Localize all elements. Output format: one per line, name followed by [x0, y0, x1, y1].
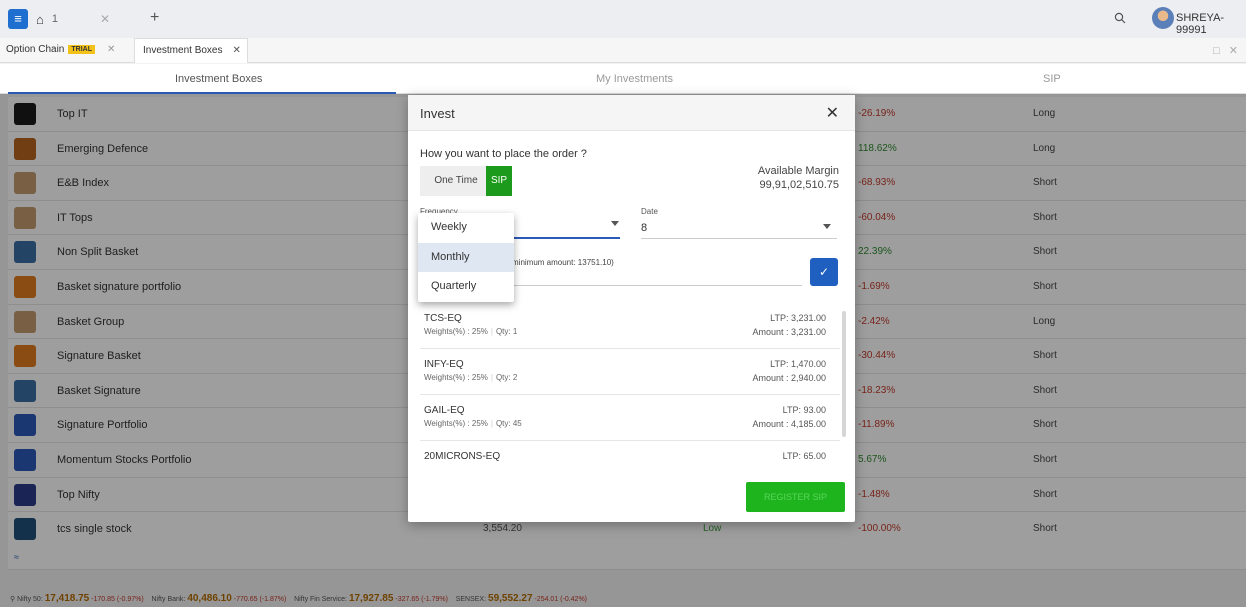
username[interactable]: SHREYA-99991 — [1176, 12, 1246, 36]
date-select[interactable]: 8 — [641, 222, 647, 234]
close-icon[interactable]: ✕ — [826, 103, 839, 123]
holding-ltp: LTP: 65.00 — [782, 451, 826, 461]
dropdown-option-weekly[interactable]: Weekly — [418, 213, 514, 243]
dialog-header: Invest ✕ — [408, 95, 855, 131]
holding-qty: Qty: 1 — [495, 327, 518, 336]
holding-ltp: LTP: 93.00 — [782, 405, 826, 415]
holding-row: GAIL-EQ Weights(%) : 25% | Qty: 45 LTP: 93.0… — [420, 395, 840, 441]
holding-meta: Weights(%) : 25% | Qty: 2 — [424, 373, 518, 382]
holding-amount: Amount : 4,185.00 — [752, 419, 826, 429]
dropdown-option-monthly[interactable]: Monthly — [418, 242, 514, 273]
trial-badge: TRIAL — [68, 45, 95, 54]
available-margin-label: Available Margin — [757, 165, 839, 177]
holding-meta: Weights(%) : 25% | Qty: 1 — [424, 327, 518, 336]
holding-row: 20MICRONS-EQ LTP: 65.00 — [420, 441, 840, 469]
search-icon[interactable] — [1114, 12, 1126, 24]
tab-investment-boxes-section[interactable]: Investment Boxes — [175, 73, 262, 85]
section-tabs: Investment Boxes My Investments SIP — [0, 64, 1246, 94]
tab-investment-boxes[interactable]: Investment Boxes ✕ — [134, 38, 248, 63]
holding-symbol: GAIL-EQ — [424, 405, 465, 416]
holding-symbol: TCS-EQ — [424, 313, 462, 324]
tab-sip[interactable]: SIP — [1043, 73, 1061, 85]
sip-button[interactable]: SIP — [486, 166, 512, 196]
close-icon[interactable]: ✕ — [107, 44, 115, 55]
dropdown-option-quarterly[interactable]: Quarterly — [418, 272, 514, 302]
tab-my-investments[interactable]: My Investments — [596, 73, 673, 85]
holding-qty: Qty: 45 — [495, 419, 522, 428]
workspace-tab-number: 1 — [51, 13, 58, 25]
top-bar: ≡ ⌂ 1 ✕ + SHREYA-99991 — [0, 0, 1246, 38]
tab-label: Investment Boxes — [143, 45, 223, 56]
holding-amount: Amount : 2,940.00 — [752, 373, 826, 383]
register-sip-button[interactable]: REGISTER SIP — [746, 482, 845, 512]
avatar[interactable] — [1152, 7, 1174, 29]
date-label: Date — [641, 207, 658, 216]
window-controls[interactable]: □ ✕ — [1213, 44, 1238, 57]
chevron-down-icon[interactable] — [823, 224, 831, 229]
holding-weight: Weights(%) : 25% — [424, 373, 488, 382]
date-select-underline — [641, 238, 837, 239]
amount-hint: minimum amount: 13751.10) — [512, 258, 614, 267]
holding-row: TCS-EQ Weights(%) : 25% | Qty: 1 LTP: 3,231.… — [420, 303, 840, 349]
order-question: How you want to place the order ? — [420, 148, 587, 160]
hamburger-menu-icon[interactable]: ≡ — [8, 9, 28, 29]
dialog-title: Invest — [420, 106, 455, 121]
frequency-dropdown: Weekly Monthly Quarterly — [418, 213, 514, 302]
holding-ltp: LTP: 3,231.00 — [770, 313, 826, 323]
invest-dialog: Invest ✕ How you want to place the order… — [408, 95, 855, 522]
holding-ltp: LTP: 1,470.00 — [770, 359, 826, 369]
holding-symbol: INFY-EQ — [424, 359, 464, 370]
holdings-list: TCS-EQ Weights(%) : 25% | Qty: 1 LTP: 3,231.… — [420, 303, 840, 469]
holdings-scrollbar[interactable] — [842, 311, 846, 437]
home-icon: ⌂ — [36, 11, 44, 27]
tab-option-chain[interactable]: Option Chain TRIAL ✕ — [6, 44, 115, 55]
available-margin-value: 99,91,02,510.75 — [759, 179, 839, 191]
close-icon[interactable]: ✕ — [100, 12, 110, 26]
holding-weight: Weights(%) : 25% — [424, 327, 488, 336]
close-icon[interactable]: ✕ — [232, 45, 240, 56]
tab-label: Option Chain — [6, 44, 65, 55]
holding-symbol: 20MICRONS-EQ — [424, 451, 501, 462]
confirm-amount-button[interactable]: ✓ — [810, 258, 838, 286]
holding-qty: Qty: 2 — [495, 373, 518, 382]
holding-amount: Amount : 3,231.00 — [752, 327, 826, 337]
workspace-tab[interactable]: ⌂ 1 ✕ — [36, 8, 110, 30]
holding-weight: Weights(%) : 25% — [424, 419, 488, 428]
holding-row: INFY-EQ Weights(%) : 25% | Qty: 2 LTP: 1,470… — [420, 349, 840, 395]
one-time-button[interactable]: One Time — [420, 166, 492, 196]
add-tab-icon[interactable]: + — [150, 9, 159, 27]
chevron-down-icon[interactable] — [611, 221, 619, 226]
holding-meta: Weights(%) : 25% | Qty: 45 — [424, 419, 522, 428]
